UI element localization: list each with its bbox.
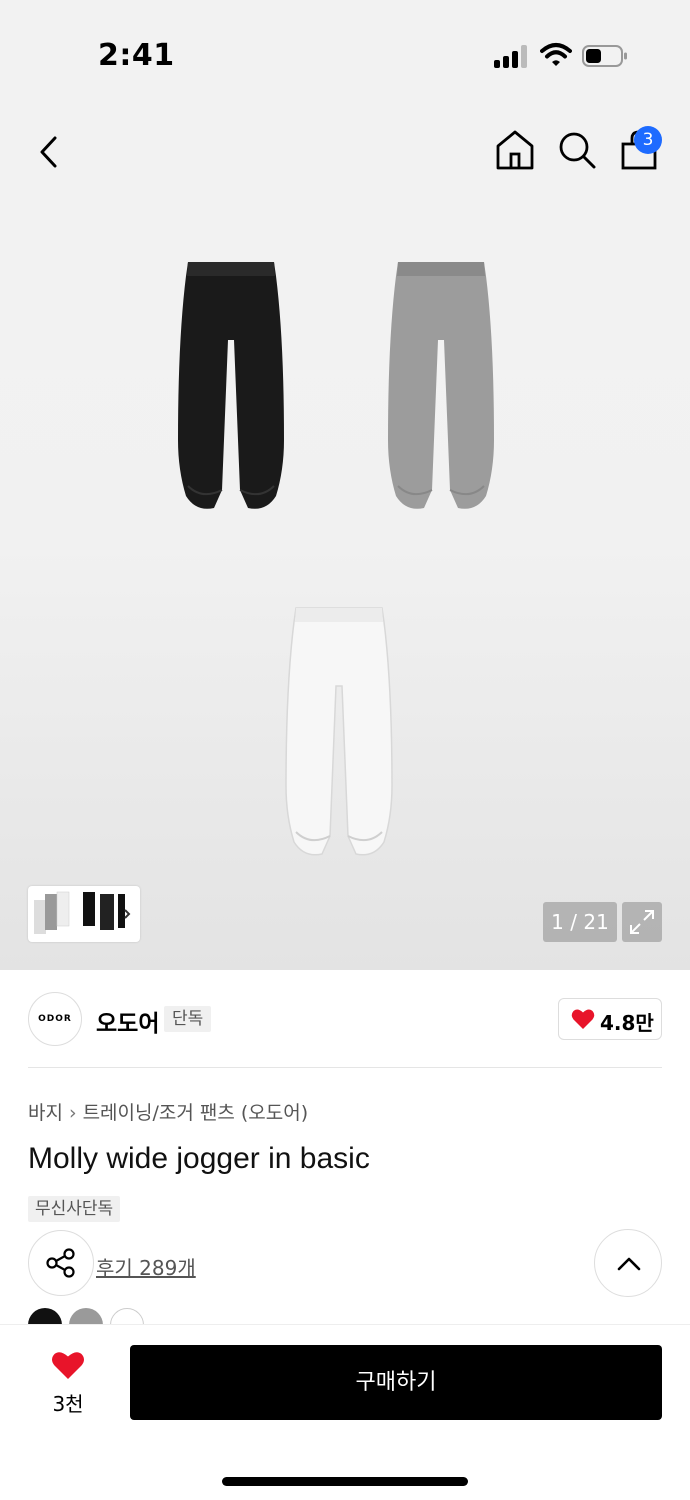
battery-icon [582, 45, 627, 67]
search-icon[interactable] [556, 128, 598, 172]
product-title: Molly wide jogger in basic [28, 1142, 370, 1175]
cart-count-badge: 3 [634, 126, 662, 154]
expand-icon[interactable] [622, 902, 662, 942]
status-bar: 2:41 [0, 0, 690, 110]
home-indicator [222, 1477, 468, 1486]
brand-exclusive-tag: 단독 [164, 1006, 212, 1032]
status-time: 2:41 [98, 38, 175, 73]
brand-logo[interactable]: ODOR [28, 992, 82, 1046]
breadcrumb-category[interactable]: 바지 [28, 1098, 63, 1125]
signal-icon [494, 44, 528, 68]
scroll-to-top-button[interactable] [594, 1229, 662, 1297]
heart-icon [52, 1352, 84, 1379]
home-icon[interactable] [494, 128, 536, 172]
white-pants-image [285, 607, 393, 856]
share-icon [46, 1248, 75, 1278]
review-count-link[interactable]: 후기 289개 [96, 1252, 196, 1281]
divider [28, 1067, 662, 1068]
chevron-up-icon [617, 1257, 641, 1271]
heart-icon [571, 1009, 595, 1029]
brand-name[interactable]: 오도어 [96, 1004, 159, 1038]
chevron-right-icon: › [68, 1102, 77, 1124]
grey-pants-image [388, 262, 494, 509]
breadcrumb-subcategory[interactable]: 트레이닝/조거 팬츠 (오도어) [83, 1098, 309, 1125]
buy-button[interactable]: 구매하기 [130, 1345, 662, 1420]
breadcrumb: 바지 › 트레이닝/조거 팬츠 (오도어) [28, 1098, 308, 1125]
brand-like-count: 4.8만 [600, 1011, 654, 1035]
thumbnail-image [34, 891, 131, 934]
top-nav [0, 110, 690, 200]
back-icon[interactable] [28, 130, 72, 174]
thumbnail-strip[interactable] [28, 886, 140, 942]
page-indicator: 1 / 21 [543, 902, 617, 942]
black-pants-image [178, 262, 284, 509]
musinsa-exclusive-tag: 무신사단독 [28, 1196, 121, 1222]
share-button[interactable] [28, 1230, 94, 1296]
product-image-gallery[interactable] [0, 200, 690, 970]
wifi-icon [540, 43, 572, 66]
favorite-count: 3천 [52, 1392, 84, 1416]
